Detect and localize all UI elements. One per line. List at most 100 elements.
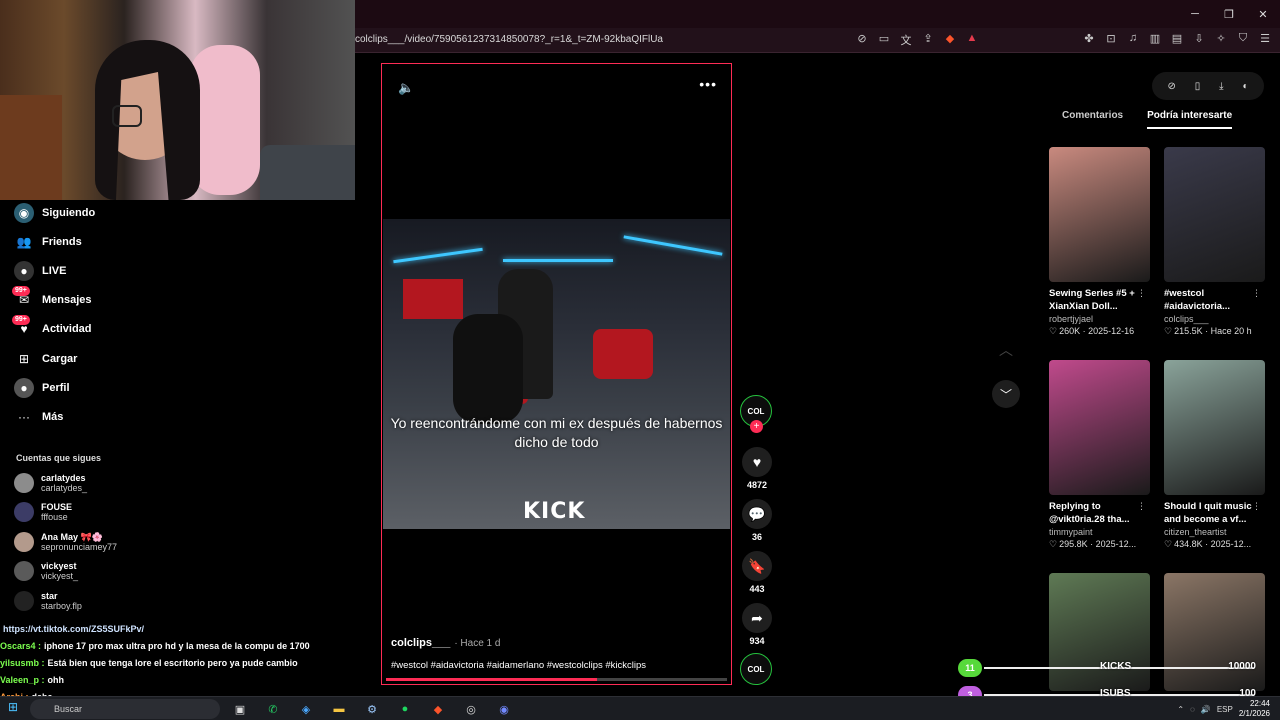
sidebar-item-siguiendo[interactable]: ◉ Siguiendo (14, 202, 95, 224)
save-button[interactable]: 🔖 443 (740, 551, 774, 594)
video-thumbnail[interactable] (1164, 360, 1265, 495)
card-title: Should I quit music and become a vf... (1164, 501, 1252, 525)
card-more-icon[interactable]: ⋮ (1137, 501, 1146, 512)
minimize-icon[interactable]: ─ (1178, 0, 1212, 28)
network-icon[interactable]: ◌ (1190, 705, 1195, 714)
profile-icon[interactable]: ◐ (1243, 81, 1249, 92)
extensions-icon[interactable]: ✤ (1082, 32, 1096, 45)
sidebar-item-mas[interactable]: ··· Más (14, 406, 63, 428)
menu-icon[interactable]: ☰ (1258, 32, 1272, 45)
follow-plus-icon[interactable]: + (750, 420, 763, 433)
input-language[interactable]: ESP (1217, 705, 1233, 714)
download-icon[interactable]: ⇩ (1192, 32, 1206, 45)
card-more-icon[interactable]: ⋮ (1252, 288, 1261, 299)
video-hashtags[interactable]: #westcol #aidavictoria #aidamerlano #wes… (391, 660, 646, 671)
chat-message: https://vt.tiktok.com/ZS5SUFkPv/ (0, 620, 355, 637)
account-name: carlatydes (41, 473, 86, 483)
chat-text: ohh (47, 674, 65, 685)
card-more-icon[interactable]: ⋮ (1252, 501, 1261, 512)
sidebar-item-label: Más (42, 411, 64, 423)
sidebar-item-cargar[interactable]: ⊞ Cargar (14, 348, 78, 370)
taskbar-apps: ▣ ✆ ◈ ▬ ⚙ ● ◆ ◎ ◉ (230, 699, 514, 719)
sound-avatar[interactable]: COL (740, 653, 772, 685)
phone-icon[interactable]: ▯ (1195, 81, 1201, 92)
sidebar-item-live[interactable]: ● LIVE (14, 260, 66, 282)
copilot-icon[interactable]: ◈ (296, 699, 316, 719)
account-text: carlatydes carlatydes_ (41, 473, 87, 493)
like-button[interactable]: ♥ 4872 (740, 447, 774, 490)
sidebar-item-actividad[interactable]: ♥ 99+ Actividad (12, 315, 92, 340)
leo-icon[interactable]: ✧ (1214, 32, 1228, 45)
followed-account[interactable]: vickyest vickyest_ (14, 559, 78, 583)
chevron-down-icon[interactable]: ﹀ (992, 380, 1020, 408)
comment-button[interactable]: 💬 36 (740, 499, 774, 542)
taskbar-search[interactable]: Buscar (30, 699, 220, 719)
card-author[interactable]: colclips___ (1164, 314, 1265, 324)
card-author[interactable]: citizen_theartist (1164, 527, 1265, 537)
volume-icon[interactable]: 🔈 (398, 80, 414, 96)
screen-icon[interactable]: ▭ (877, 32, 891, 48)
recommended-video-card[interactable]: Should I quit music and become a vf... ⋮… (1164, 360, 1265, 550)
more-options-icon[interactable]: ••• (699, 76, 717, 92)
video-player[interactable]: 🔈 ••• Yo reencontrándome con mi ex despu… (381, 63, 732, 685)
mute-tab-icon[interactable]: ⊘ (855, 32, 869, 48)
rewards-icon[interactable]: ▲ (965, 32, 979, 48)
steam-icon[interactable]: ⚙ (362, 699, 382, 719)
share-icon[interactable]: ⇪ (921, 32, 935, 48)
share-button[interactable]: ➦ 934 (740, 603, 774, 646)
avatar (14, 591, 34, 611)
address-bar[interactable]: colclips___/video/7590561237314850078?_r… (355, 28, 1280, 53)
discord-icon[interactable]: ◉ (494, 699, 514, 719)
card-author[interactable]: robertjyjael (1049, 314, 1150, 324)
recommended-video-card[interactable]: Replying to @vikt0ria.28 tha... ⋮ timmyp… (1049, 360, 1150, 550)
video-progress-bar[interactable] (386, 678, 727, 681)
restore-icon[interactable]: ❐ (1212, 0, 1246, 28)
wallet-icon[interactable]: ▤ (1170, 32, 1184, 45)
followed-account[interactable]: carlatydes carlatydes_ (14, 471, 87, 495)
brave-icon[interactable]: ◆ (428, 699, 448, 719)
video-thumbnail[interactable] (1164, 147, 1265, 282)
video-author[interactable]: colclips___ · Hace 1 d (391, 637, 500, 649)
recommended-video-card[interactable]: #westcol #aidavictoria... ⋮ colclips___ … (1164, 147, 1265, 337)
author-name[interactable]: colclips___ (391, 637, 450, 649)
compass-icon[interactable]: ⊘ (1167, 81, 1175, 92)
translate-icon[interactable]: 文 (899, 32, 913, 48)
video-thumbnail[interactable] (1049, 360, 1150, 495)
video-content[interactable]: Yo reencontrándome con mi ex después de … (383, 219, 730, 529)
followed-account[interactable]: FOUSE fffouse (14, 500, 72, 524)
vpn-icon[interactable]: ⛉ (1236, 32, 1250, 45)
chevron-up-icon[interactable]: ︿ (992, 340, 1020, 364)
tray-chevron-icon[interactable]: ⌃ (1177, 705, 1184, 714)
task-view-icon[interactable]: ▣ (230, 699, 250, 719)
card-date: 2025-12-16 (1088, 326, 1135, 336)
download-icon[interactable]: ⤓ (1219, 81, 1223, 92)
spotify-icon[interactable]: ● (395, 699, 415, 719)
sidebar-item-perfil[interactable]: ● Perfil (14, 377, 70, 399)
sidebar-item-mensajes[interactable]: ✉ 99+ Mensajes (12, 286, 92, 311)
sidebar-toggle-icon[interactable]: ▥ (1148, 32, 1162, 45)
video-thumbnail[interactable] (1049, 147, 1150, 282)
taskbar-clock[interactable]: 22:44 2/1/2026 (1239, 699, 1270, 719)
brave-shield-icon[interactable]: ◆ (943, 32, 957, 48)
obs-icon[interactable]: ◎ (461, 699, 481, 719)
screenshot-icon[interactable]: ⊡ (1104, 32, 1118, 45)
file-explorer-icon[interactable]: ▬ (329, 699, 349, 719)
volume-icon[interactable]: 🔊 (1201, 705, 1211, 714)
sidebar-item-friends[interactable]: 👥 Friends (14, 231, 82, 253)
windows-start-icon[interactable]: ⊞ (4, 700, 22, 718)
whatsapp-icon[interactable]: ✆ (263, 699, 283, 719)
followed-account[interactable]: Ana May 🎀🌸 sepronunciamey77 (14, 530, 117, 554)
card-author[interactable]: timmypaint (1049, 527, 1150, 537)
close-icon[interactable]: ✕ (1246, 0, 1280, 28)
neon-light (393, 247, 483, 264)
music-icon[interactable]: ♫ (1126, 32, 1140, 45)
webcam-sofa (260, 145, 355, 200)
url-text[interactable]: colclips___/video/7590561237314850078?_r… (355, 34, 663, 45)
browser-titlebar: ─ ❐ ✕ (355, 0, 1280, 28)
tab-comentarios[interactable]: Comentarios (1062, 110, 1123, 129)
card-title: Replying to @vikt0ria.28 tha... (1049, 501, 1130, 525)
followed-account[interactable]: star starboy.flp (14, 589, 82, 613)
tab-podria-interesarte[interactable]: Podría interesarte (1147, 110, 1233, 129)
card-more-icon[interactable]: ⋮ (1137, 288, 1146, 299)
recommended-video-card[interactable]: Sewing Series #5 + XianXian Doll... ⋮ ro… (1049, 147, 1150, 337)
